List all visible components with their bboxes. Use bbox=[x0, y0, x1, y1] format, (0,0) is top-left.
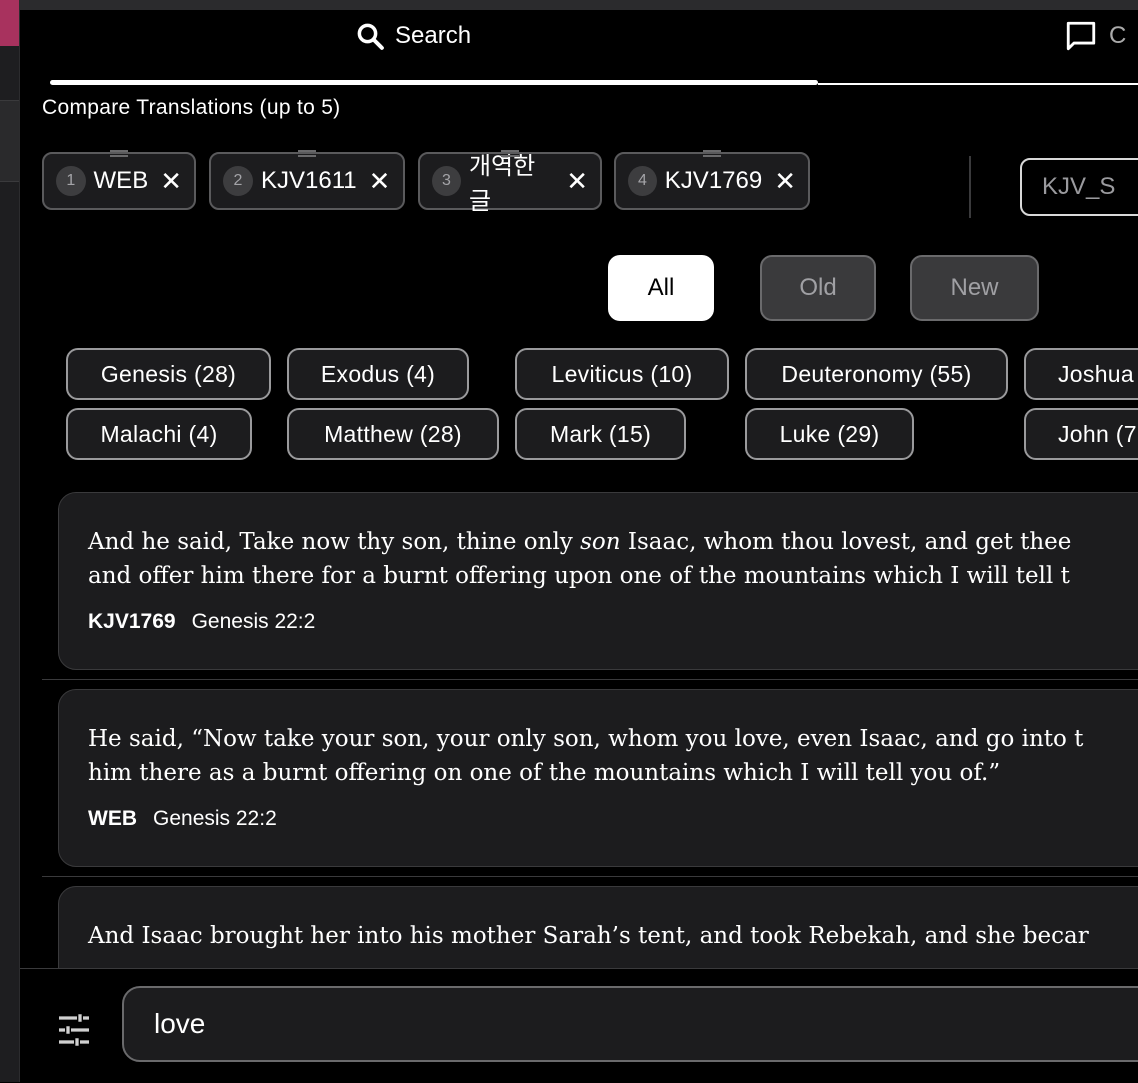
close-icon[interactable]: ✕ bbox=[160, 166, 182, 197]
verse-text-italic: son bbox=[580, 529, 621, 555]
filter-old-button[interactable]: Old bbox=[760, 255, 876, 321]
window-top-border bbox=[20, 0, 1138, 10]
chip-label: KJV1769 bbox=[664, 167, 763, 194]
verse-translation: KJV1769 bbox=[88, 610, 176, 633]
book-filter-malachi[interactable]: Malachi (4) bbox=[66, 408, 252, 460]
translation-chip-web[interactable]: 1 WEB ✕ bbox=[42, 150, 196, 210]
book-filter-matthew[interactable]: Matthew (28) bbox=[287, 408, 499, 460]
search-input[interactable] bbox=[122, 986, 1138, 1062]
book-filter-exodus[interactable]: Exodus (4) bbox=[287, 348, 469, 400]
book-filter-deuteronomy[interactable]: Deuteronomy (55) bbox=[745, 348, 1008, 400]
filter-new-button[interactable]: New bbox=[910, 255, 1039, 321]
chip-order-badge: 1 bbox=[56, 166, 86, 196]
chip-divider bbox=[969, 156, 971, 218]
filter-all-button[interactable]: All bbox=[608, 255, 714, 321]
verse-text-line: And Isaac brought her into his mother Sa… bbox=[88, 923, 1089, 949]
verse-text-line: him there as a burnt offering on one of … bbox=[88, 760, 1001, 786]
tab-search[interactable]: Search bbox=[355, 20, 471, 52]
translation-chip-korean[interactable]: 3 개역한글 ✕ bbox=[418, 150, 602, 215]
drag-handle-icon[interactable] bbox=[703, 150, 721, 157]
translation-chip-kjv1611[interactable]: 2 KJV1611 ✕ bbox=[209, 150, 405, 210]
book-filter-john[interactable]: John (7 bbox=[1024, 408, 1138, 460]
result-separator bbox=[42, 876, 1138, 877]
close-icon[interactable]: ✕ bbox=[369, 166, 391, 197]
chip-order-badge: 3 bbox=[432, 166, 461, 196]
result-card[interactable]: And he said, Take now thy son, thine onl… bbox=[58, 492, 1138, 670]
chip-order-badge: 4 bbox=[628, 166, 657, 196]
book-filter-luke[interactable]: Luke (29) bbox=[745, 408, 914, 460]
background-accent bbox=[0, 0, 19, 46]
compare-translations-label: Compare Translations (up to 5) bbox=[42, 96, 341, 119]
comment-icon bbox=[1066, 21, 1096, 51]
background-segment bbox=[0, 100, 19, 182]
book-filter-joshua[interactable]: Joshua bbox=[1024, 348, 1138, 400]
tab-comments[interactable]: C bbox=[1063, 20, 1126, 52]
translation-chip-kjv1769[interactable]: 4 KJV1769 ✕ bbox=[614, 150, 810, 210]
close-icon[interactable]: ✕ bbox=[774, 166, 796, 197]
verse-text-segment: Isaac, whom thou lovest, and get thee bbox=[620, 529, 1072, 555]
background-window-strip bbox=[0, 0, 20, 1082]
book-filter-genesis[interactable]: Genesis (28) bbox=[66, 348, 271, 400]
verse-translation: WEB bbox=[88, 807, 137, 830]
chip-label: KJV1611 bbox=[261, 167, 357, 194]
result-separator bbox=[42, 679, 1138, 680]
tab-underline bbox=[818, 83, 1138, 85]
tune-icon[interactable] bbox=[56, 1012, 92, 1048]
verse-text-line: He said, “Now take your son, your only s… bbox=[88, 726, 1084, 752]
tab-search-label: Search bbox=[395, 22, 472, 49]
chip-order-badge: 2 bbox=[223, 166, 253, 196]
drag-handle-icon[interactable] bbox=[501, 150, 519, 157]
available-translation-kjv-s[interactable]: KJV_S bbox=[1020, 158, 1138, 216]
book-filter-leviticus[interactable]: Leviticus (10) bbox=[515, 348, 729, 400]
drag-handle-icon[interactable] bbox=[298, 150, 316, 157]
active-tab-indicator bbox=[50, 80, 818, 85]
verse-text-segment: And he said, Take now thy son, thine onl… bbox=[88, 529, 581, 555]
verse-text-line: And he said, Take now thy son, thine onl… bbox=[88, 529, 1071, 555]
drag-handle-icon[interactable] bbox=[110, 150, 128, 157]
close-icon[interactable]: ✕ bbox=[566, 166, 588, 197]
verse-text-line: and offer him there for a burnt offering… bbox=[88, 563, 1070, 589]
verse-reference: Genesis 22:2 bbox=[153, 807, 277, 830]
tab-bar bbox=[20, 10, 1138, 86]
chip-label: WEB bbox=[93, 167, 149, 194]
tab-comments-label: C bbox=[1109, 22, 1127, 49]
result-card[interactable]: He said, “Now take your son, your only s… bbox=[58, 689, 1138, 867]
verse-reference: Genesis 22:2 bbox=[191, 610, 316, 633]
verse-meta: WEB Genesis 22:2 bbox=[88, 807, 277, 831]
book-filter-mark[interactable]: Mark (15) bbox=[515, 408, 686, 460]
verse-meta: KJV1769 Genesis 22:2 bbox=[88, 610, 315, 634]
search-icon bbox=[357, 23, 384, 50]
